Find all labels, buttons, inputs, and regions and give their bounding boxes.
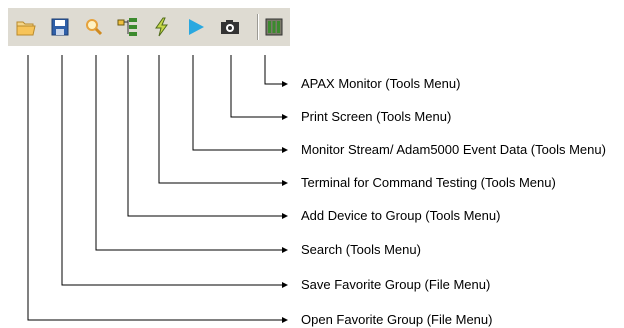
callout-monitor-stream: Monitor Stream/ Adam5000 Event Data (Too… bbox=[301, 142, 606, 157]
callout-open-favorite: Open Favorite Group (File Menu) bbox=[301, 312, 493, 327]
callout-apax-monitor: APAX Monitor (Tools Menu) bbox=[301, 76, 461, 91]
callout-print-screen: Print Screen (Tools Menu) bbox=[301, 109, 452, 124]
callout-save-favorite: Save Favorite Group (File Menu) bbox=[301, 277, 491, 292]
callout-add-device: Add Device to Group (Tools Menu) bbox=[301, 208, 501, 223]
callout-terminal: Terminal for Command Testing (Tools Menu… bbox=[301, 175, 556, 190]
callout-search: Search (Tools Menu) bbox=[301, 242, 421, 257]
